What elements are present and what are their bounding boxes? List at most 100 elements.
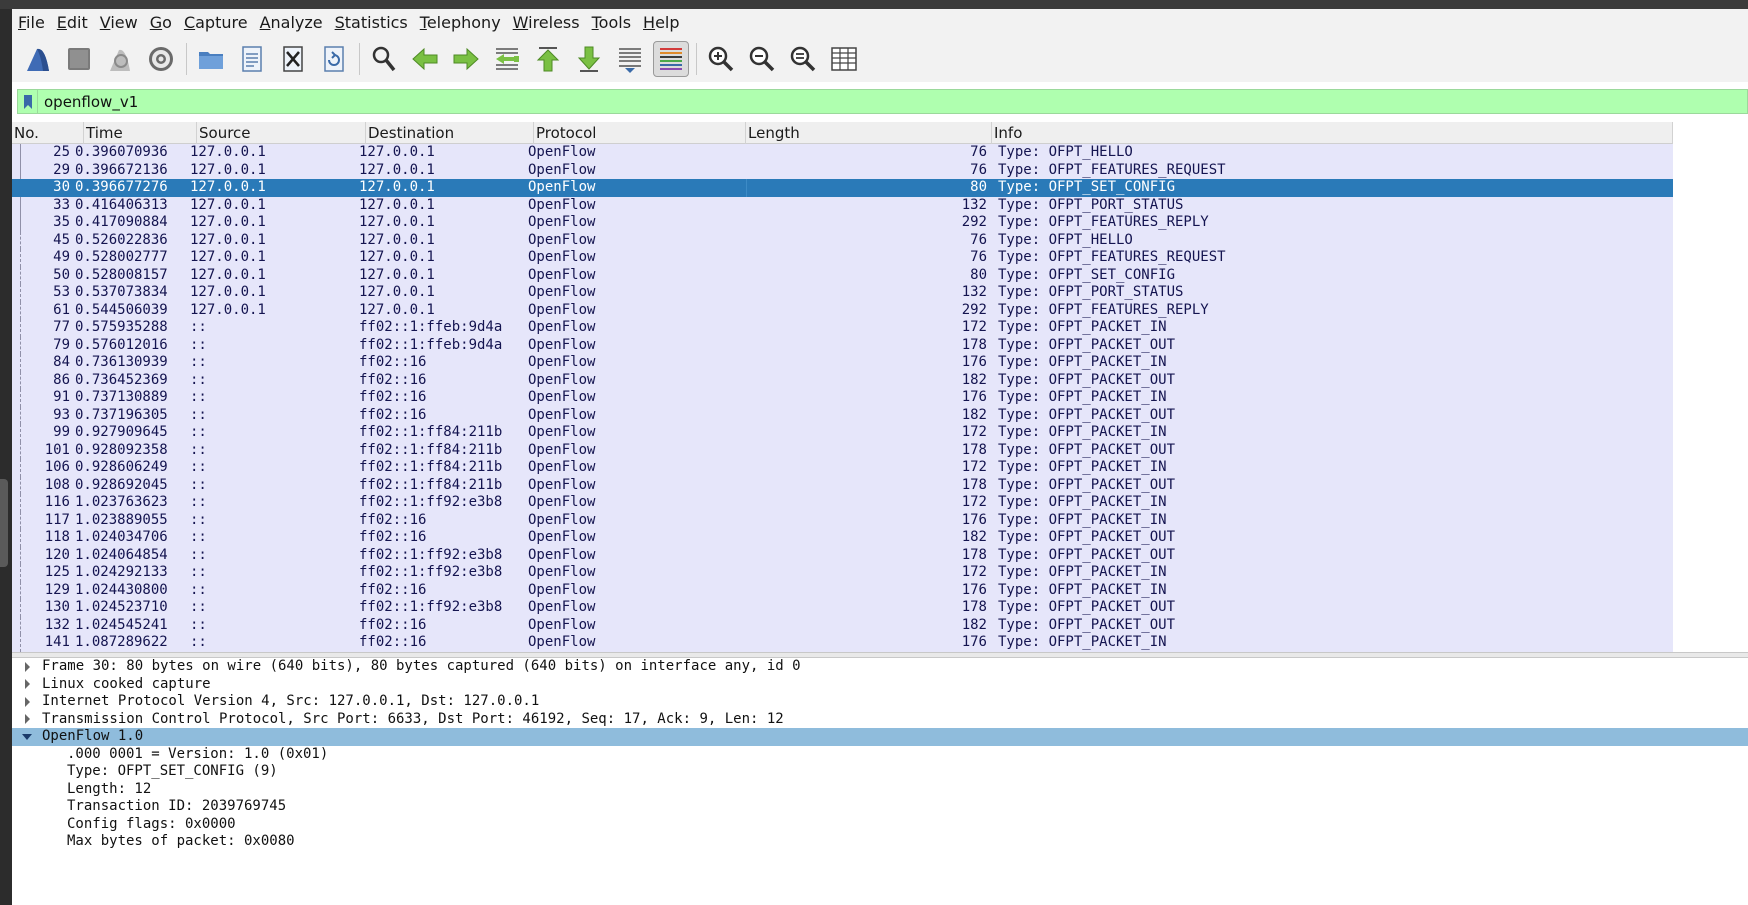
packet-row[interactable]: 141 1.087289622:: ff02::16 OpenFlow 176 Type:… <box>12 634 1673 652</box>
go-to-packet-icon[interactable] <box>489 41 525 77</box>
packet-row[interactable]: 117 1.023889055:: ff02::16 OpenFlow 176 Type:… <box>12 511 1673 529</box>
packet-row[interactable]: 49 0.528002777 127.0.0.1 127.0.0.1 OpenFlow 7… <box>12 249 1673 267</box>
packet-len-cell: 132 <box>961 284 987 300</box>
column-header-length[interactable]: Length <box>746 122 992 144</box>
detail-tree-field[interactable]: Max bytes of packet: 0x0080 <box>12 833 1748 851</box>
detail-tree-field[interactable]: Transaction ID: 2039769745 <box>12 798 1748 816</box>
menu-tools[interactable]: Tools <box>586 13 636 32</box>
restart-shark-fin-icon[interactable] <box>102 41 138 77</box>
menu-help[interactable]: Help <box>637 13 684 32</box>
detail-tree-field[interactable]: Length: 12 <box>12 781 1748 799</box>
menu-telephony[interactable]: Telephony <box>414 13 506 32</box>
packet-row[interactable]: 91 0.737130889:: ff02::16 OpenFlow 176 Type: … <box>12 389 1673 407</box>
packet-no-cell: 49 <box>53 249 70 265</box>
packet-row[interactable]: 77 0.575935288:: ff02::1:ffeb:9d4a OpenFlow… <box>12 319 1673 337</box>
menu-view[interactable]: View <box>94 13 143 32</box>
packet-row[interactable]: 132 1.024545241:: ff02::16 OpenFlow 182 Type:… <box>12 616 1673 634</box>
packet-row[interactable]: 50 0.528008157 127.0.0.1 127.0.0.1 OpenFlow 8… <box>12 266 1673 284</box>
packet-row[interactable]: 120 1.024064854:: ff02::1:ff92:e3b8 OpenFlo… <box>12 546 1673 564</box>
zoom-out-icon[interactable] <box>744 41 780 77</box>
resize-columns-icon[interactable] <box>826 41 862 77</box>
packet-row[interactable]: 30 0.396677276 127.0.0.1 127.0.0.1 OpenFlow 8… <box>12 179 1673 197</box>
save-file-icon[interactable] <box>234 41 270 77</box>
colorize-icon[interactable] <box>653 41 689 77</box>
packet-row[interactable]: 116 1.023763623:: ff02::1:ff92:e3b8 OpenFlo… <box>12 494 1673 512</box>
packet-row[interactable]: 53 0.537073834 127.0.0.1 127.0.0.1 OpenFlow 1… <box>12 284 1673 302</box>
packet-row[interactable]: 84 0.736130939:: ff02::16 OpenFlow 176 Type: … <box>12 354 1673 372</box>
collapsed-arrow-icon[interactable] <box>20 658 34 676</box>
packet-row[interactable]: 35 0.417090884 127.0.0.1 127.0.0.1 OpenFlow 2… <box>12 214 1673 232</box>
packet-details-pane[interactable]: Frame 30: 80 bytes on wire (640 bits), 8… <box>12 658 1748 905</box>
collapsed-arrow-icon[interactable] <box>20 711 34 729</box>
packet-src-cell: :: <box>190 371 207 388</box>
open-folder-icon[interactable] <box>193 41 229 77</box>
detail-tree-field[interactable]: Type: OFPT_SET_CONFIG (9) <box>12 763 1748 781</box>
go-back-arrow-icon[interactable] <box>407 41 443 77</box>
packet-row[interactable]: 45 0.526022836 127.0.0.1 127.0.0.1 OpenFlow 7… <box>12 231 1673 249</box>
close-file-icon[interactable] <box>275 41 311 77</box>
packet-time-cell: 0.928092358 <box>75 441 168 458</box>
packet-list[interactable]: 25 0.396070936 127.0.0.1 127.0.0.1 OpenFlow 7… <box>12 144 1673 652</box>
detail-tree-item[interactable]: Frame 30: 80 bytes on wire (640 bits), 8… <box>12 658 1748 676</box>
packet-row[interactable]: 86 0.736452369:: ff02::16 OpenFlow 182 Type: … <box>12 371 1673 389</box>
menu-go[interactable]: Go <box>144 13 177 32</box>
packet-row[interactable]: 130 1.024523710:: ff02::1:ff92:e3b8 OpenFlo… <box>12 599 1673 617</box>
menu-wireless[interactable]: Wireless <box>507 13 585 32</box>
collapsed-arrow-icon[interactable] <box>20 693 34 711</box>
detail-tree-field[interactable]: .000 0001 = Version: 1.0 (0x01) <box>12 746 1748 764</box>
menu-capture[interactable]: Capture <box>178 13 253 32</box>
packet-row[interactable]: 33 0.416406313 127.0.0.1 127.0.0.1 OpenFlow 1… <box>12 196 1673 214</box>
packet-row[interactable]: 108 0.928692045:: ff02::1:ff84:211b OpenFlo… <box>12 476 1673 494</box>
packet-proto-cell: OpenFlow <box>528 424 596 440</box>
bookmark-icon[interactable] <box>18 90 38 113</box>
column-header-protocol[interactable]: Protocol <box>534 122 746 144</box>
menu-edit[interactable]: Edit <box>51 13 93 32</box>
zoom-in-icon[interactable] <box>703 41 739 77</box>
menu-statistics[interactable]: Statistics <box>329 13 413 32</box>
detail-tree-item[interactable]: Internet Protocol Version 4, Src: 127.0.… <box>12 693 1748 711</box>
packet-row[interactable]: 129 1.024430800:: ff02::16 OpenFlow 176 Type:… <box>12 581 1673 599</box>
capture-options-gear-icon[interactable] <box>143 41 179 77</box>
reload-file-icon[interactable] <box>316 41 352 77</box>
packet-time-cell: 0.528008157 <box>75 266 168 283</box>
column-header-source[interactable]: Source <box>197 122 366 144</box>
zoom-normal-icon[interactable] <box>785 41 821 77</box>
packet-row[interactable]: 125 1.024292133:: ff02::1:ff92:e3b8 OpenFlo… <box>12 564 1673 582</box>
go-first-packet-icon[interactable] <box>530 41 566 77</box>
desktop-left-edge <box>0 9 12 905</box>
packet-row[interactable]: 25 0.396070936 127.0.0.1 127.0.0.1 OpenFlow 7… <box>12 144 1673 162</box>
detail-tree-field[interactable]: Config flags: 0x0000 <box>12 816 1748 834</box>
detail-tree-item[interactable]: Transmission Control Protocol, Src Port:… <box>12 711 1748 729</box>
stop-square-icon[interactable] <box>61 41 97 77</box>
column-header-time[interactable]: Time <box>84 122 197 144</box>
packet-info-cell: Type: OFPT_PACKET_IN <box>998 581 1167 598</box>
packet-row[interactable]: 79 0.576012016:: ff02::1:ffeb:9d4a OpenFlow… <box>12 336 1673 354</box>
detail-tree-item[interactable]: OpenFlow 1.0 <box>12 728 1748 746</box>
expanded-arrow-icon[interactable] <box>20 728 34 746</box>
detail-tree-item[interactable]: Linux cooked capture <box>12 676 1748 694</box>
shark-fin-start-icon[interactable] <box>20 41 56 77</box>
packet-row[interactable]: 93 0.737196305:: ff02::16 OpenFlow 182 Type: … <box>12 406 1673 424</box>
packet-row[interactable]: 101 0.928092358:: ff02::1:ff84:211b OpenFlo… <box>12 441 1673 459</box>
packet-src-cell: :: <box>190 476 207 493</box>
menu-analyze[interactable]: Analyze <box>254 13 328 32</box>
display-filter-input[interactable] <box>38 90 1638 113</box>
packet-len-cell: 182 <box>961 529 987 545</box>
menu-file[interactable]: File <box>12 13 50 32</box>
go-last-packet-icon[interactable] <box>571 41 607 77</box>
column-header-destination[interactable]: Destination <box>366 122 534 144</box>
column-header-no[interactable]: No. <box>12 122 84 144</box>
packet-proto-cell: OpenFlow <box>528 214 596 230</box>
packet-src-cell: 127.0.0.1 <box>190 266 266 283</box>
packet-row[interactable]: 99 0.927909645:: ff02::1:ff84:211b OpenFlow… <box>12 424 1673 442</box>
packet-row[interactable]: 61 0.544506039 127.0.0.1 127.0.0.1 OpenFlow 2… <box>12 301 1673 319</box>
find-packet-icon[interactable] <box>366 41 402 77</box>
packet-row[interactable]: 118 1.024034706:: ff02::16 OpenFlow 182 Type:… <box>12 529 1673 547</box>
auto-scroll-icon[interactable] <box>612 41 648 77</box>
go-forward-arrow-icon[interactable] <box>448 41 484 77</box>
packet-no-cell: 77 <box>53 319 70 335</box>
collapsed-arrow-icon[interactable] <box>20 676 34 694</box>
packet-row[interactable]: 106 0.928606249:: ff02::1:ff84:211b OpenFlo… <box>12 459 1673 477</box>
column-header-info[interactable]: Info <box>992 122 1673 144</box>
packet-row[interactable]: 29 0.396672136 127.0.0.1 127.0.0.1 OpenFlow 7… <box>12 161 1673 179</box>
